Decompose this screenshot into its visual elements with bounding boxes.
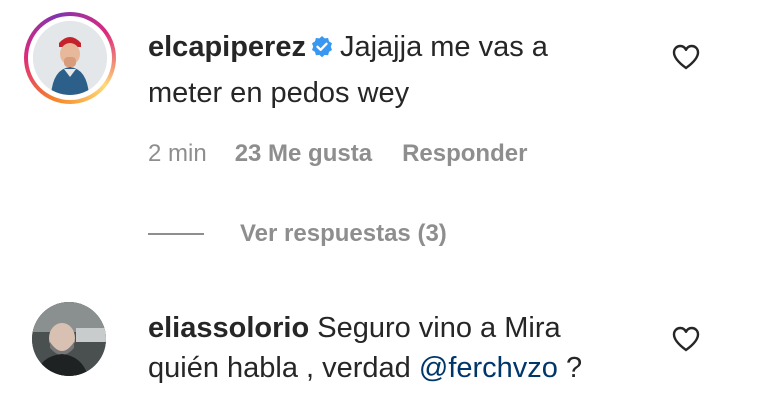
comment-text: elcapiperez Jajajja me vas a meter en ped… <box>148 26 618 115</box>
comment-body-line2: quién habla , verdad <box>148 352 419 384</box>
comment-item: elcapiperez Jajajja me vas a meter en ped… <box>0 0 768 247</box>
heart-outline-icon <box>672 326 700 352</box>
avatar[interactable] <box>32 302 106 376</box>
comment-body-line2-end: ? <box>557 352 583 384</box>
comment-body-line2: meter en pedos wey <box>148 77 410 109</box>
avatar <box>33 21 107 95</box>
reply-button[interactable]: Responder <box>402 140 527 174</box>
like-comment-button[interactable] <box>671 325 701 353</box>
like-comment-button[interactable] <box>671 43 701 71</box>
view-replies-label: Ver respuestas (3) <box>240 220 447 247</box>
story-ring-avatar[interactable] <box>24 12 116 104</box>
comment-body-line1: Seguro vino a Mira <box>317 312 561 344</box>
avatar-image <box>32 302 106 376</box>
verified-badge-icon <box>310 29 334 72</box>
mention-link[interactable]: @ferchvzo <box>419 352 558 384</box>
heart-outline-icon <box>672 44 700 70</box>
view-replies-button[interactable]: Ver respuestas (3) <box>148 217 447 251</box>
comment-text: eliassolorio Seguro vino a Mira quién ha… <box>148 308 648 388</box>
comment-timestamp[interactable]: 2 min <box>148 140 207 174</box>
view-replies-divider <box>148 233 204 235</box>
comment-body-line1: Jajajja me vas a <box>339 31 548 63</box>
comment-likes-count[interactable]: 23 Me gusta <box>235 140 372 174</box>
comment-username[interactable]: elcapiperez <box>148 31 306 63</box>
comment-username[interactable]: eliassolorio <box>148 312 309 344</box>
avatar-image <box>33 21 107 95</box>
comment-meta: 2 min 23 Me gusta Responder <box>148 140 527 174</box>
